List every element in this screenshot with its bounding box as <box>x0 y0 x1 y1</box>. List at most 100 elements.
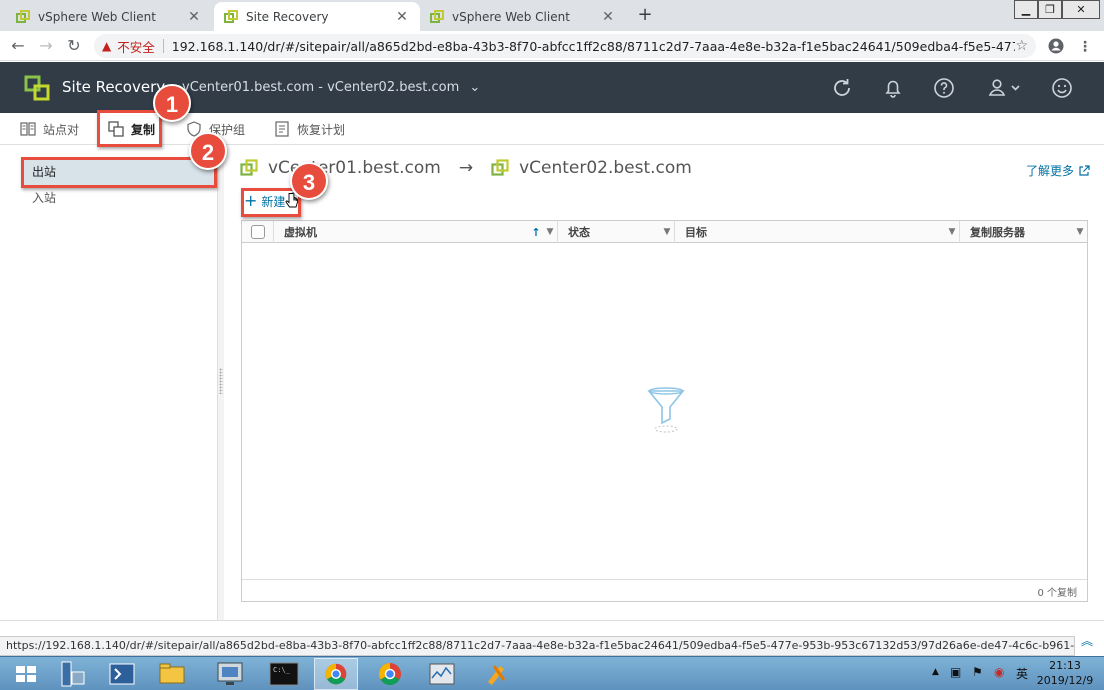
volume-muted-icon[interactable]: ◉ <box>994 665 1004 679</box>
step-badge-3: 3 <box>290 162 328 200</box>
vsphere-favicon-icon <box>16 9 30 23</box>
column-header-target[interactable]: 目标 ▼ <box>675 221 960 243</box>
browser-tab-site-recovery[interactable]: Site Recovery ✕ <box>214 2 420 31</box>
forward-arrow-icon[interactable]: → <box>36 36 56 56</box>
sidebar-item-incoming[interactable]: 入站 <box>22 185 214 211</box>
sidebar: 出站 入站 <box>0 146 218 620</box>
filter-icon[interactable]: ▼ <box>945 227 959 237</box>
performance-monitor-icon[interactable] <box>420 658 464 690</box>
minimize-window-button[interactable]: ▁ <box>1014 0 1038 19</box>
chrome-icon[interactable] <box>368 658 412 690</box>
browser-menu-icon[interactable]: ⋮ <box>1076 38 1094 56</box>
nav-item-recovery-plan[interactable]: 恢复计划 <box>274 113 345 145</box>
site-pair-selector[interactable]: vCenter01.best.com - vCenter02.best.com … <box>182 80 480 95</box>
replication-count: 0 个复制 <box>1037 588 1077 599</box>
column-label: 复制服务器 <box>970 226 1025 239</box>
app-title[interactable]: Site Recovery <box>62 78 165 96</box>
smiley-feedback-icon[interactable] <box>1050 76 1074 100</box>
restore-window-button[interactable]: ❐ <box>1038 0 1062 19</box>
column-label: 虚拟机 <box>284 226 317 239</box>
url-text[interactable]: 192.168.1.140/dr/#/sitepair/all/a865d2bd… <box>172 39 1016 54</box>
vcenter-icon <box>240 159 258 176</box>
column-label: 状态 <box>568 226 590 239</box>
pinned-app-icon[interactable] <box>474 658 518 690</box>
flag-icon[interactable]: ⚑ <box>972 665 983 679</box>
column-label: 目标 <box>685 226 707 239</box>
target-site-name: vCenter02.best.com <box>519 158 692 178</box>
help-icon[interactable] <box>932 76 956 100</box>
datagrid-header: 虚拟机 ↑ ▼ 状态 ▼ 目标 ▼ 复制服务器 ▼ <box>242 221 1087 243</box>
profile-icon[interactable] <box>1047 38 1065 56</box>
windows-start-icon[interactable] <box>4 658 48 690</box>
reload-icon[interactable]: ↻ <box>64 36 84 56</box>
recovery-plan-icon <box>275 121 289 137</box>
datagrid-footer: 0 个复制 <box>242 579 1087 601</box>
tab-title: vSphere Web Client <box>452 9 570 24</box>
not-secure-label[interactable]: 不安全 <box>117 37 155 56</box>
sort-ascending-icon[interactable]: ↑ <box>529 226 543 239</box>
browser-tab-vsphere-1[interactable]: vSphere Web Client ✕ <box>6 2 212 31</box>
external-link-icon <box>1079 164 1090 176</box>
filter-icon[interactable]: ▼ <box>660 227 674 237</box>
bell-icon[interactable] <box>881 76 905 100</box>
server-manager-icon[interactable] <box>50 658 94 690</box>
column-header-replication-server[interactable]: 复制服务器 ▼ <box>960 221 1087 243</box>
remote-desktop-icon[interactable] <box>208 658 252 690</box>
vsphere-favicon-icon <box>430 9 444 23</box>
highlight-box-outgoing <box>21 157 217 188</box>
chrome-icon[interactable] <box>314 658 358 690</box>
browser-tab-bar: vSphere Web Client ✕ Site Recovery ✕ vSp… <box>0 0 1104 31</box>
taskbar-clock[interactable]: 21:13 2019/12/9 <box>1034 658 1096 688</box>
close-window-button[interactable]: ✕ <box>1062 0 1100 19</box>
splitter-grip-icon[interactable] <box>219 368 223 394</box>
tab-title: vSphere Web Client <box>38 9 156 24</box>
new-tab-button[interactable]: + <box>634 4 656 26</box>
highlight-box-replication <box>97 110 162 147</box>
windows-taskbar: C:\_ ▲ ▣ ⚑ ◉ 英 21:13 2019/12/9 <box>0 656 1104 690</box>
ime-language-indicator[interactable]: 英 <box>1016 665 1028 682</box>
site-recovery-logo-icon <box>24 75 50 101</box>
vcenter-icon <box>491 159 509 176</box>
browser-tab-vsphere-2[interactable]: vSphere Web Client ✕ <box>420 2 626 31</box>
filter-icon[interactable]: ▼ <box>543 227 557 237</box>
nav-item-site-pair[interactable]: 站点对 <box>20 113 79 145</box>
site-pair-label: vCenter01.best.com - vCenter02.best.com <box>182 80 460 95</box>
close-icon[interactable]: ✕ <box>186 9 202 25</box>
filter-icon[interactable]: ▼ <box>1073 227 1087 237</box>
tray-expand-icon[interactable]: ▲ <box>932 667 939 677</box>
step-badge-2: 2 <box>189 132 227 170</box>
learn-more-label: 了解更多 <box>1025 164 1074 178</box>
empty-funnel-icon <box>647 387 685 433</box>
expand-up-icon[interactable]: ︽ <box>1078 632 1096 650</box>
column-header-vm[interactable]: 虚拟机 ↑ ▼ <box>274 221 558 243</box>
user-menu-icon[interactable] <box>985 76 1025 100</box>
select-all-checkbox[interactable] <box>251 225 265 239</box>
back-arrow-icon[interactable]: ← <box>8 36 28 56</box>
clock-time: 21:13 <box>1049 659 1081 672</box>
divider <box>162 39 164 53</box>
select-all-column <box>242 221 274 243</box>
command-prompt-icon[interactable]: C:\_ <box>262 658 306 690</box>
learn-more-link[interactable]: 了解更多 <box>1026 162 1090 179</box>
highlight-box-new <box>241 188 301 217</box>
file-explorer-icon[interactable] <box>150 658 194 690</box>
svg-text:C:\_: C:\_ <box>273 666 291 674</box>
refresh-icon[interactable] <box>830 76 854 100</box>
close-icon[interactable]: ✕ <box>600 9 616 25</box>
tab-title: Site Recovery <box>246 9 329 24</box>
column-header-status[interactable]: 状态 ▼ <box>558 221 675 243</box>
step-badge-1: 1 <box>153 84 191 122</box>
warning-triangle-icon: ▲ <box>102 39 112 53</box>
nav-label: 恢复计划 <box>297 122 346 137</box>
url-omnibox[interactable]: ▲ 不安全 192.168.1.140/dr/#/sitepair/all/a8… <box>94 34 1036 58</box>
status-bar-url: https://192.168.1.140/dr/#/sitepair/all/… <box>0 636 1075 656</box>
network-icon[interactable]: ▣ <box>950 665 961 679</box>
main-content: vCenter01.best.com → vCenter02.best.com … <box>224 146 1104 620</box>
close-icon[interactable]: ✕ <box>394 9 410 25</box>
replication-datagrid: 虚拟机 ↑ ▼ 状态 ▼ 目标 ▼ 复制服务器 ▼ 0 个复制 <box>241 220 1088 602</box>
clock-date: 2019/12/9 <box>1036 674 1094 687</box>
bookmark-star-icon[interactable]: ☆ <box>1015 38 1028 54</box>
address-bar-row: ← → ↻ ▲ 不安全 192.168.1.140/dr/#/sitepair/… <box>0 31 1104 61</box>
powershell-icon[interactable] <box>100 658 144 690</box>
site-recovery-favicon-icon <box>224 9 238 23</box>
